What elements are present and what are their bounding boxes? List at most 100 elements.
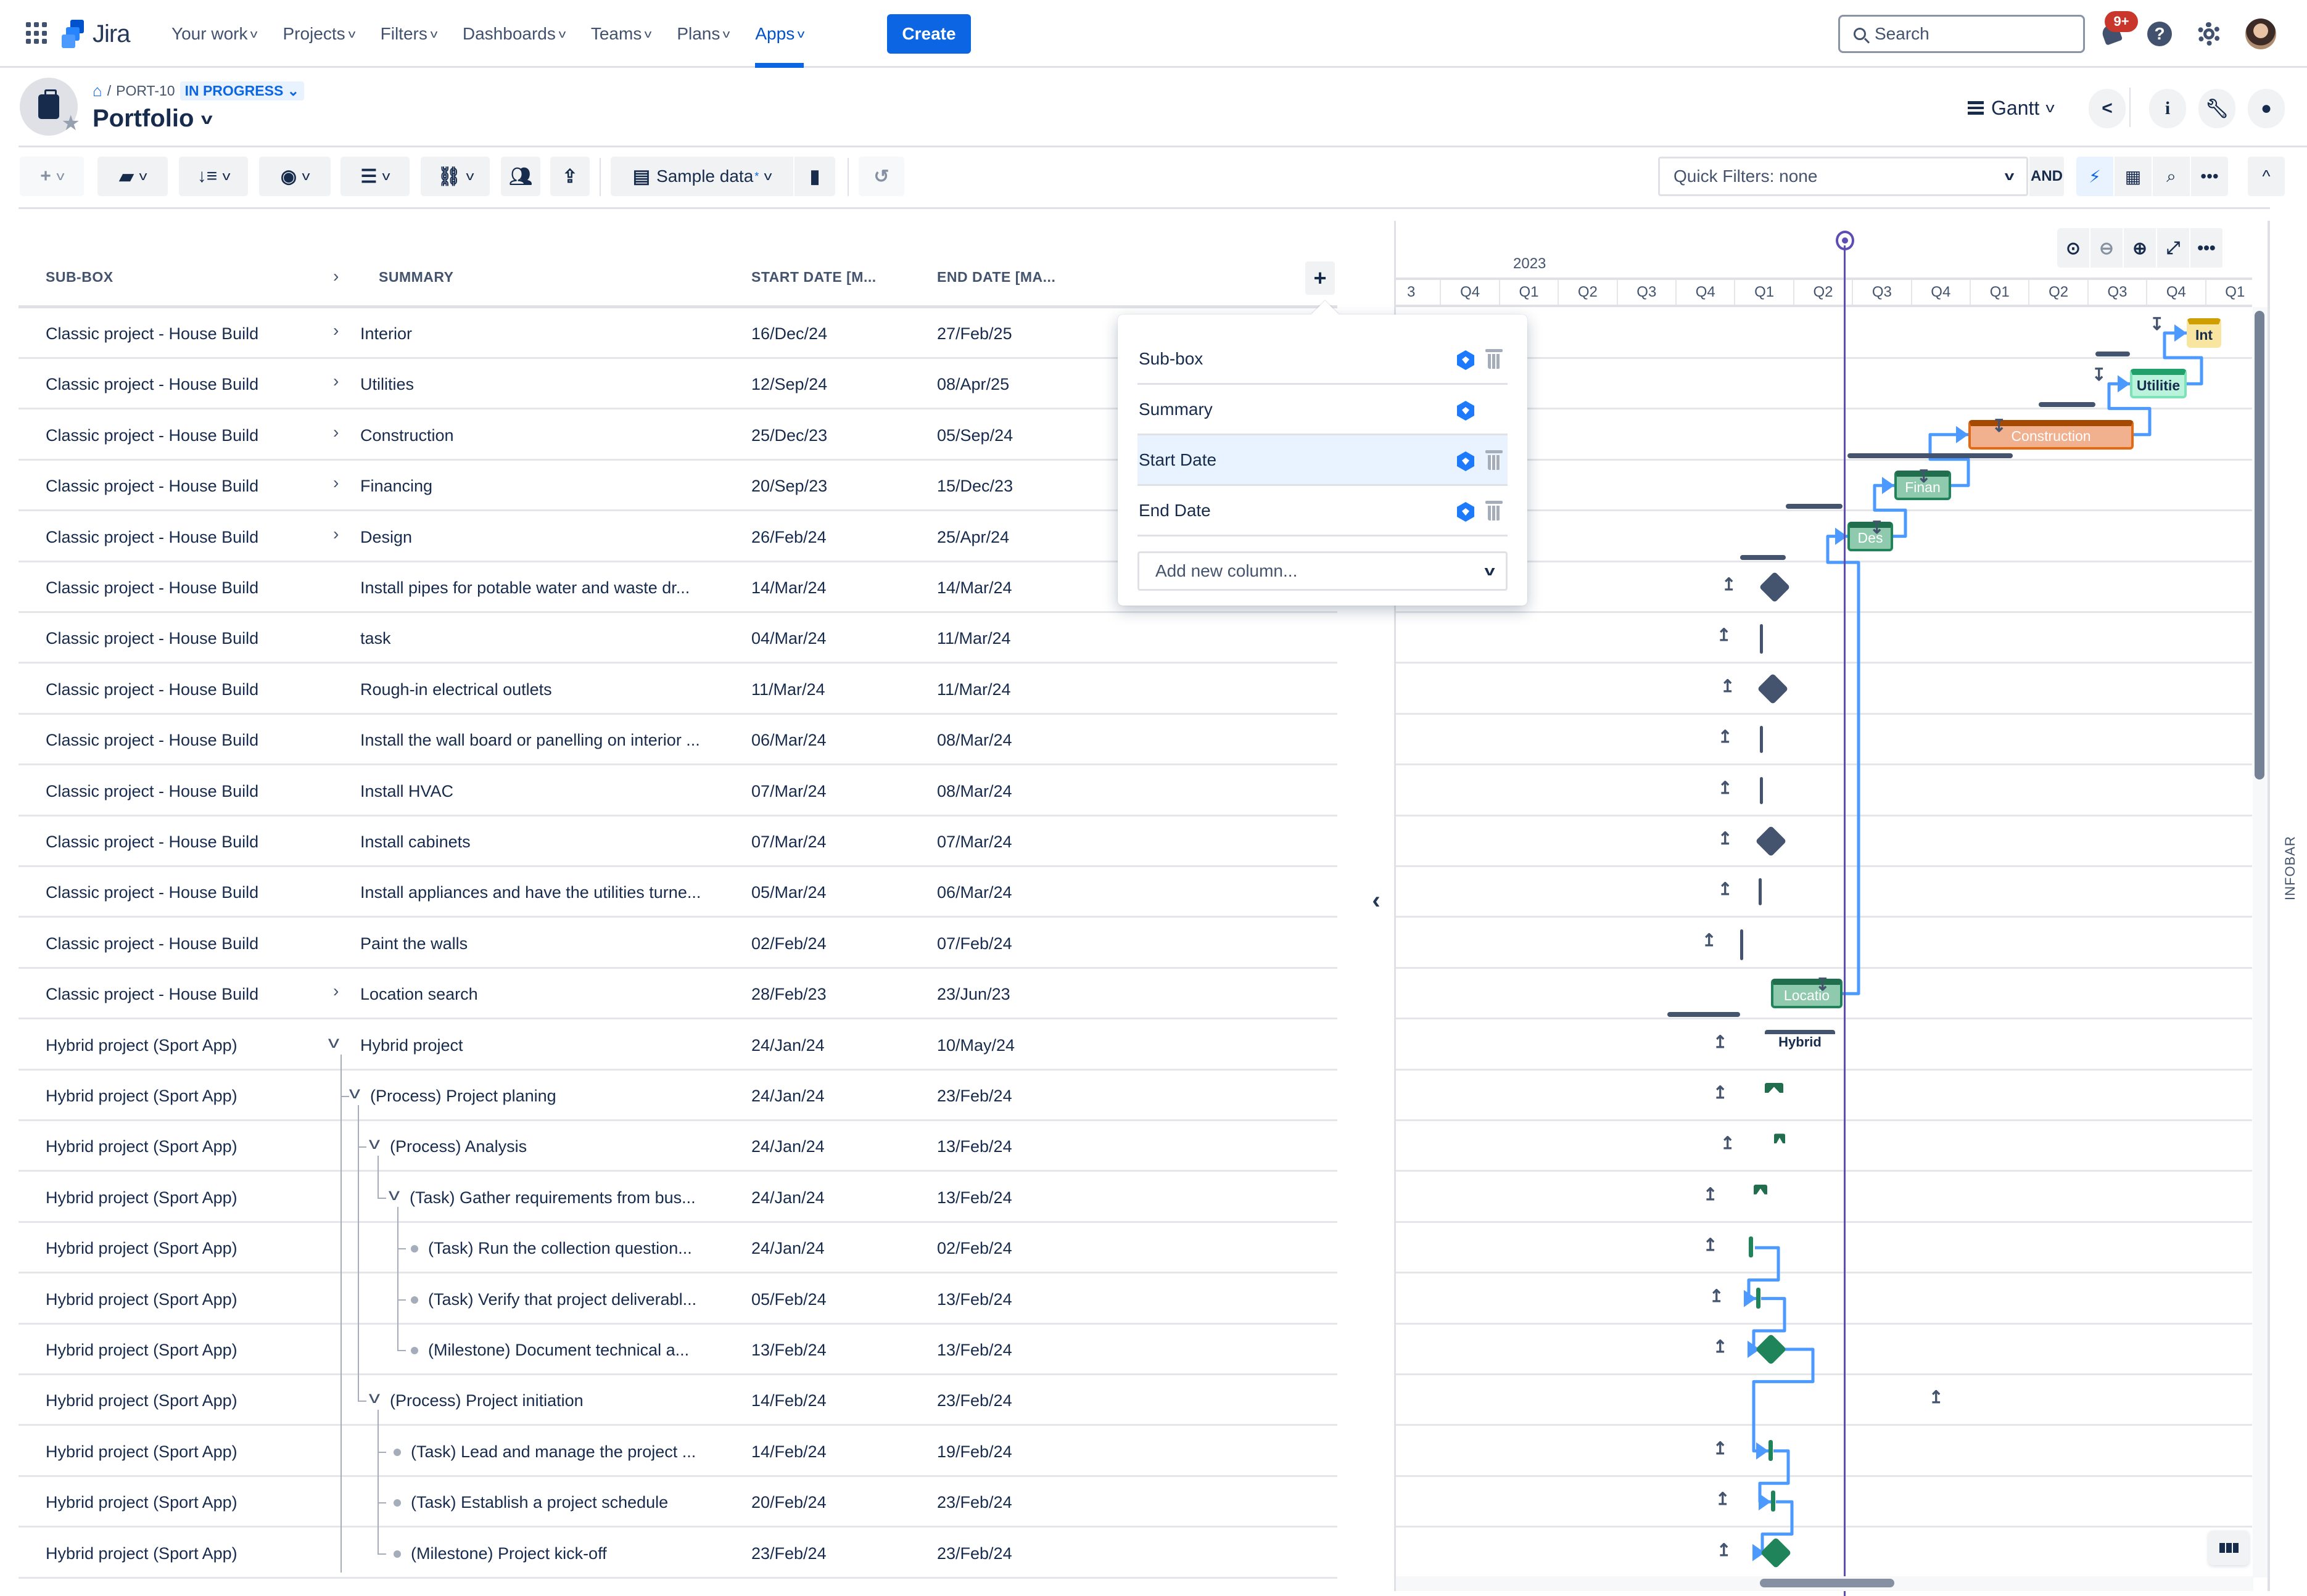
column-config-item[interactable]: Sub-box <box>1137 334 1508 385</box>
jump-to-bar-icon[interactable]: ↥ <box>1718 881 1732 898</box>
dependency-link[interactable] <box>1826 536 1860 995</box>
table-row[interactable]: Hybrid project (Sport App) v (Process) Ana… <box>19 1121 1337 1172</box>
baseline-bar[interactable] <box>1740 554 1786 560</box>
cell-end-date[interactable]: 08/Mar/24 <box>937 782 1012 801</box>
cell-start-date[interactable]: 26/Feb/24 <box>751 528 827 547</box>
jump-to-bar-icon[interactable]: ↥ <box>1702 931 1716 949</box>
cell-end-date[interactable]: 06/Mar/24 <box>937 883 1012 902</box>
cell-start-date[interactable]: 04/Mar/24 <box>751 629 827 648</box>
column-config-item[interactable]: Start Date <box>1137 435 1508 486</box>
save-button[interactable]: ▮ <box>794 157 835 196</box>
cell-start-date[interactable]: 23/Feb/24 <box>751 1544 827 1563</box>
table-row[interactable]: Classic project - House Build Install HVA… <box>19 766 1337 817</box>
cell-subbox[interactable]: Hybrid project (Sport App) <box>46 1087 237 1106</box>
jump-to-bar-icon[interactable]: ↥ <box>1720 1135 1735 1152</box>
expand-all-icon[interactable]: › <box>333 266 339 286</box>
cell-start-date[interactable]: 05/Feb/24 <box>751 1290 827 1309</box>
cell-subbox[interactable]: Classic project - House Build <box>46 680 258 699</box>
cell-subbox[interactable]: Classic project - House Build <box>46 782 258 801</box>
table-row[interactable]: Hybrid project (Sport App) v Hybrid projec… <box>19 1020 1337 1071</box>
nav-apps[interactable]: Apps v <box>755 0 805 68</box>
nav-teams[interactable]: Teams v <box>591 0 652 68</box>
cell-summary[interactable]: (Task) Verify that project deliverabl... <box>428 1290 740 1309</box>
baseline-bar[interactable] <box>2039 402 2095 408</box>
view-switcher[interactable]: Gantt v <box>1968 93 2055 123</box>
cell-subbox[interactable]: Classic project - House Build <box>46 375 258 394</box>
cell-subbox[interactable]: Classic project - House Build <box>46 934 258 953</box>
expand-icon[interactable]: › <box>333 422 339 442</box>
jump-to-bar-icon[interactable]: ↥ <box>1718 779 1732 797</box>
team-button[interactable]: 👥︎ <box>501 157 540 196</box>
jump-to-bar-icon[interactable]: ↥ <box>1718 728 1732 746</box>
dependency-link[interactable] <box>1752 1347 1815 1453</box>
nav-plans[interactable]: Plans v <box>677 0 730 68</box>
cell-start-date[interactable]: 24/Jan/24 <box>751 1188 825 1207</box>
table-row[interactable]: Hybrid project (Sport App) (Task) Lead an… <box>19 1426 1337 1477</box>
cell-start-date[interactable]: 25/Dec/23 <box>751 426 827 445</box>
jump-to-bar-icon[interactable]: ↥ <box>1720 677 1735 695</box>
cell-start-date[interactable]: 14/Mar/24 <box>751 578 827 598</box>
status-badge[interactable]: IN PROGRESS ⌄ <box>180 81 304 101</box>
nav-dashboards[interactable]: Dashboards v <box>463 0 566 68</box>
cell-summary[interactable]: (Milestone) Project kick-off <box>411 1544 740 1563</box>
cell-end-date[interactable]: 15/Dec/23 <box>937 477 1013 496</box>
jump-to-bar-icon[interactable]: ↧ <box>2092 366 2106 384</box>
cell-subbox[interactable]: Classic project - House Build <box>46 833 258 852</box>
table-row[interactable]: Hybrid project (Sport App) v (Process) Pro… <box>19 1071 1337 1121</box>
cell-summary[interactable]: Paint the walls <box>360 934 740 953</box>
cell-subbox[interactable]: Hybrid project (Sport App) <box>46 1188 237 1207</box>
collapse-icon[interactable]: v <box>369 1133 380 1153</box>
cell-subbox[interactable]: Hybrid project (Sport App) <box>46 1239 237 1258</box>
nav-your-work[interactable]: Your work v <box>171 0 258 68</box>
baseline-bar[interactable] <box>1786 504 1843 509</box>
cell-summary[interactable]: Design <box>360 528 740 547</box>
cell-end-date[interactable]: 25/Apr/24 <box>937 528 1009 547</box>
issue-key[interactable]: PORT-10 <box>116 83 175 99</box>
cell-end-date[interactable]: 13/Feb/24 <box>937 1137 1012 1156</box>
task-bar-small[interactable] <box>1756 1287 1760 1309</box>
jump-to-bar-icon[interactable]: ↥ <box>1703 1236 1717 1254</box>
task-bar-small[interactable] <box>1771 1491 1775 1512</box>
expand-icon[interactable]: › <box>333 524 339 544</box>
help-button[interactable]: ? <box>2144 19 2175 49</box>
cell-subbox[interactable]: Hybrid project (Sport App) <box>46 1493 237 1512</box>
cell-start-date[interactable]: 05/Mar/24 <box>751 883 827 902</box>
collapse-toolbar-button[interactable]: ^ <box>2248 157 2285 196</box>
table-row[interactable]: Hybrid project (Sport App) v (Process) Pro… <box>19 1375 1337 1426</box>
baseline-bar[interactable] <box>1667 1012 1740 1018</box>
task-duration-tick[interactable] <box>1760 776 1763 804</box>
cell-summary[interactable]: (Task) Run the collection question... <box>428 1239 740 1258</box>
cell-end-date[interactable]: 23/Jun/23 <box>937 985 1010 1004</box>
cell-end-date[interactable]: 27/Feb/25 <box>937 324 1012 343</box>
task-bar[interactable]: Int <box>2187 318 2221 348</box>
task-bar-small[interactable] <box>1749 1236 1753 1258</box>
share-button[interactable]: < <box>2089 89 2126 128</box>
table-row[interactable]: Hybrid project (Sport App) (Milestone) Do… <box>19 1325 1337 1375</box>
task-bar[interactable]: Locatio <box>1771 979 1843 1009</box>
cell-start-date[interactable]: 11/Mar/24 <box>751 680 825 699</box>
minimap-button[interactable] <box>2208 1531 2249 1565</box>
cell-subbox[interactable]: Classic project - House Build <box>46 528 258 547</box>
expand-icon[interactable]: › <box>333 473 339 493</box>
jump-to-bar-icon[interactable]: ↥ <box>1722 576 1736 593</box>
table-row[interactable]: Hybrid project (Sport App) (Milestone) Pr… <box>19 1528 1337 1579</box>
cell-summary[interactable]: Install pipes for potable water and wast… <box>360 578 740 598</box>
undo-button[interactable]: ↺ <box>859 157 904 196</box>
column-config-item[interactable]: Summary <box>1137 385 1508 435</box>
baseline-bar[interactable] <box>1847 453 2013 458</box>
jump-to-bar-icon[interactable]: ↥ <box>1713 1033 1727 1051</box>
jump-to-bar-icon[interactable]: ↧ <box>1992 417 2006 435</box>
cell-end-date[interactable]: 13/Feb/24 <box>937 1341 1012 1360</box>
create-button[interactable]: Create <box>887 14 971 54</box>
jump-to-bar-icon[interactable]: ↥ <box>1929 1389 1943 1406</box>
column-header-subbox[interactable]: SUB-BOX <box>46 269 113 286</box>
cell-end-date[interactable]: 07/Mar/24 <box>937 833 1012 852</box>
jump-to-bar-icon[interactable]: ↧ <box>1870 519 1884 537</box>
calendar-button[interactable]: ▦ <box>2115 157 2152 196</box>
cell-start-date[interactable]: 24/Jan/24 <box>751 1087 825 1106</box>
jump-to-bar-icon[interactable]: ↥ <box>1703 1185 1717 1203</box>
task-duration-tick[interactable] <box>1760 624 1763 654</box>
cell-end-date[interactable]: 13/Feb/24 <box>937 1290 1012 1309</box>
cell-end-date[interactable]: 08/Mar/24 <box>937 731 1012 750</box>
infobar-toggle[interactable]: INFOBAR <box>2282 836 2298 900</box>
